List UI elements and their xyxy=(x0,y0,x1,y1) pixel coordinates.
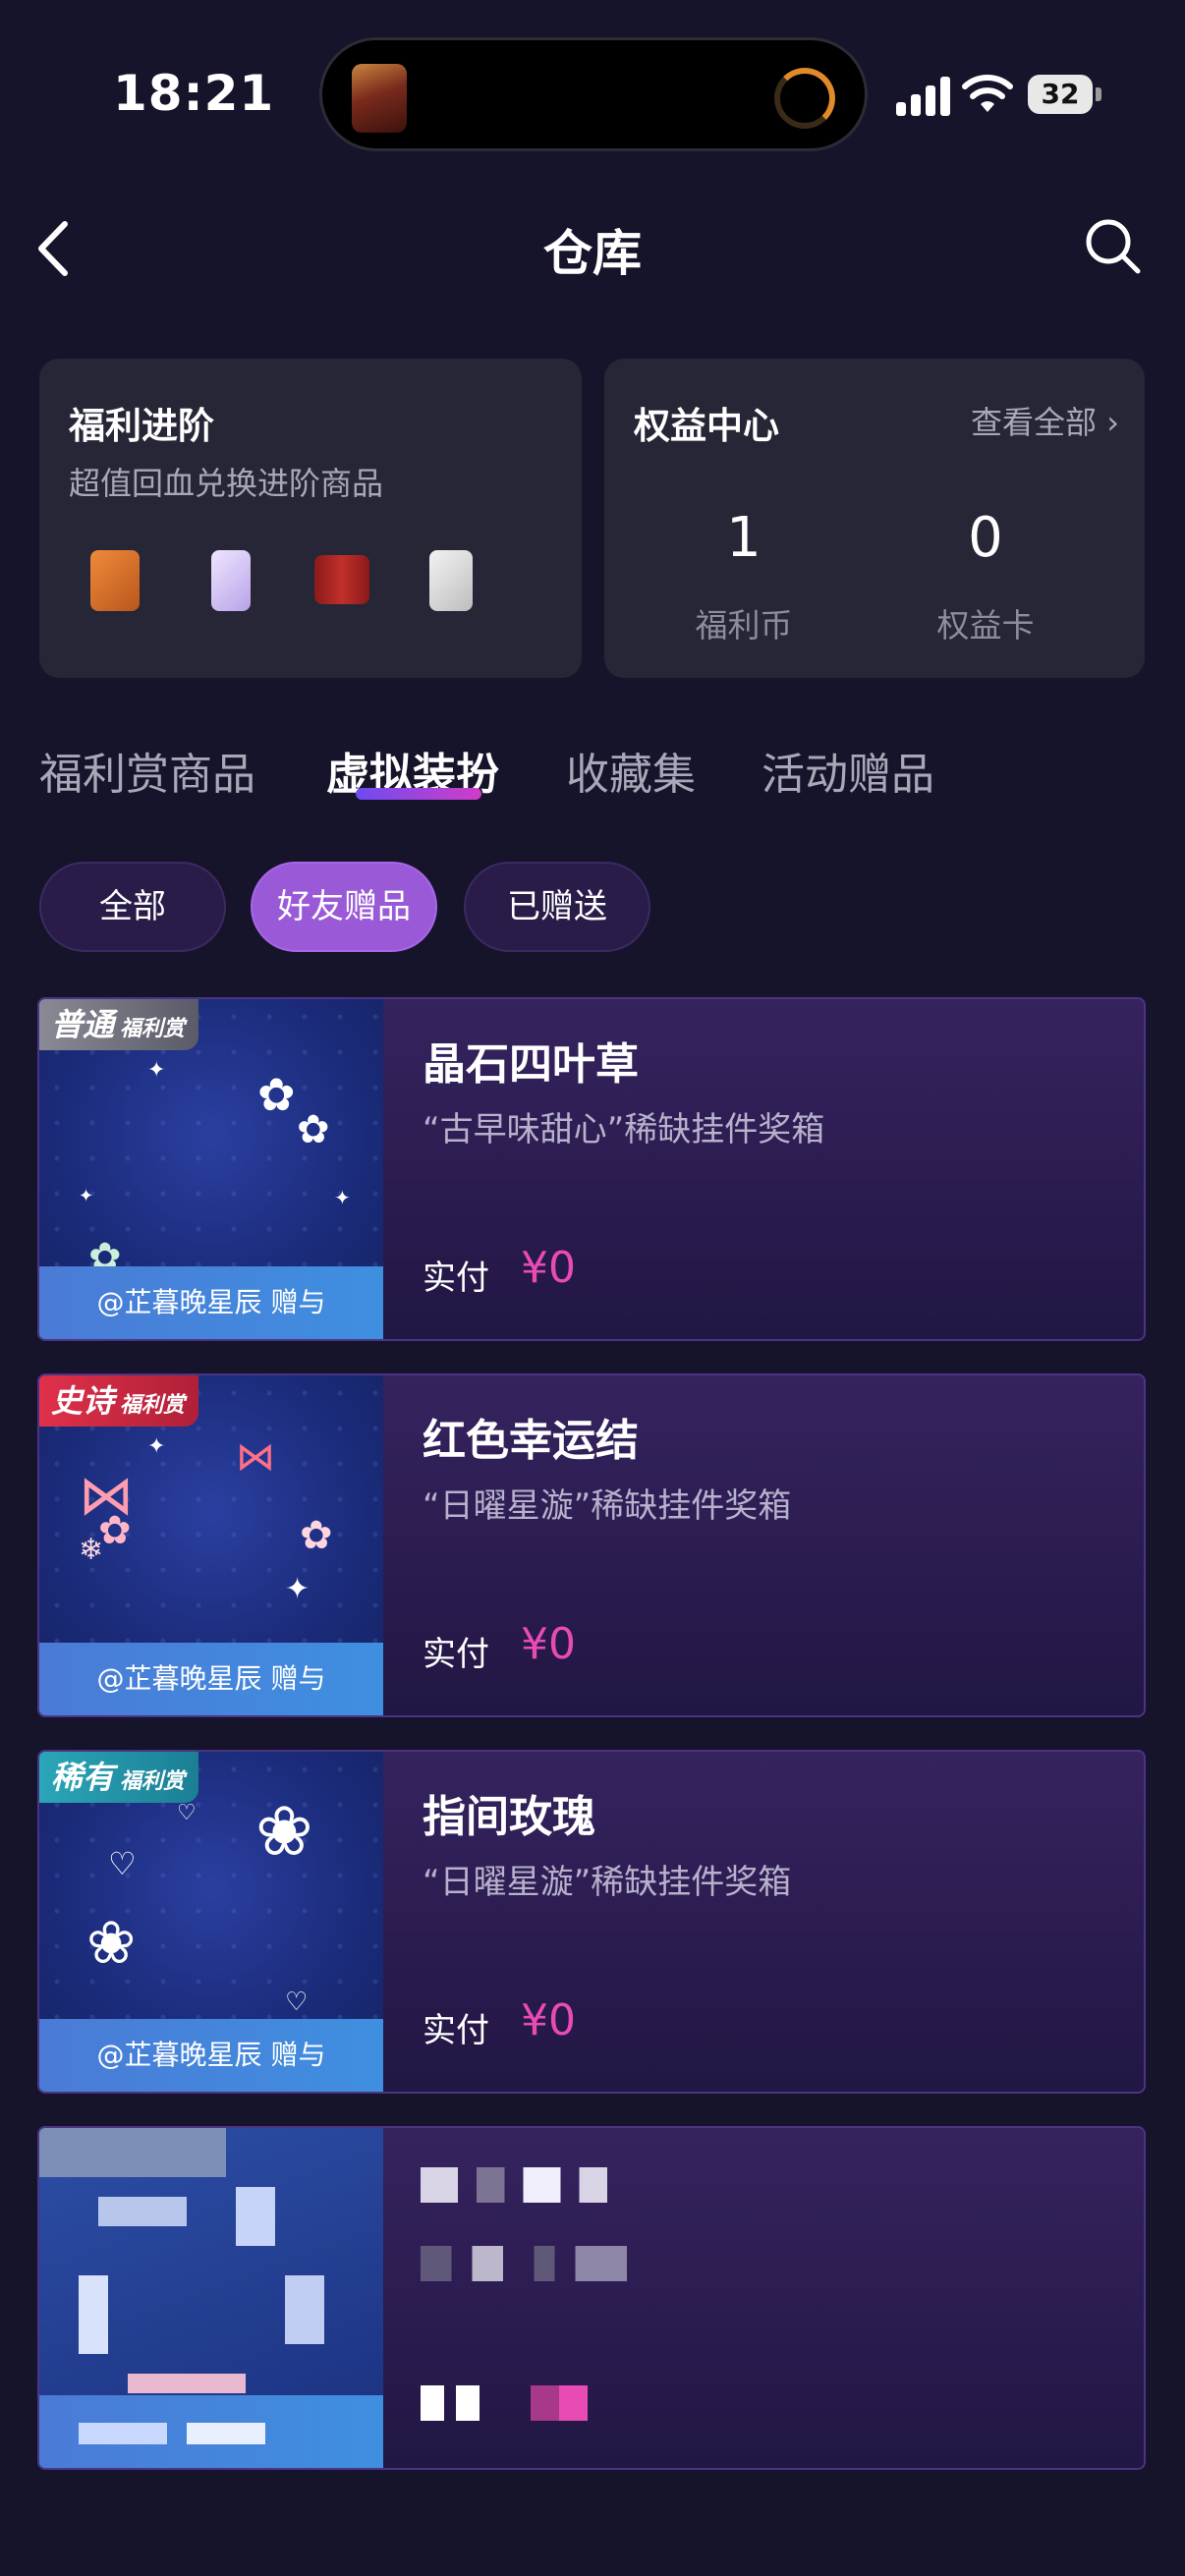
filter-all[interactable]: 全部 xyxy=(39,862,226,952)
rights-card-count[interactable]: 0 xyxy=(887,506,1084,570)
activity-ring-icon xyxy=(774,68,835,129)
pay-price: ¥0 xyxy=(521,1619,576,1669)
filter-sent[interactable]: 已赠送 xyxy=(464,862,650,952)
sparkle-icon: ✦ xyxy=(147,1058,166,1083)
item-thumbnail-obscured xyxy=(39,2128,383,2468)
clover-icon: ✿ xyxy=(297,1107,330,1152)
sparkle-icon: ✦ xyxy=(285,1572,310,1606)
flower-icon: ✿ xyxy=(300,1513,333,1558)
rarity-tag: 福利赏 xyxy=(120,1769,186,1794)
pay-label: 实付 xyxy=(423,2011,489,2050)
sparkle-icon: ✦ xyxy=(79,1186,94,1206)
search-icon[interactable] xyxy=(1081,214,1144,277)
rarity-badge: 史诗 福利赏 xyxy=(39,1375,199,1427)
item-subtitle: “日曜星漩”稀缺挂件奖箱 xyxy=(423,1486,792,1526)
welfare-card-subtitle: 超值回血兑换进阶商品 xyxy=(69,465,384,502)
item-thumbnail: ⋈ ⋈ ✿ ✿ ❄ ✦ ✦ 史诗 福利赏 @芷暮晚星辰 赠与 xyxy=(39,1375,383,1715)
page-title: 仓库 xyxy=(543,225,642,282)
item-thumbnail: ❀ ❀ ♡ ♡ ♡ 稀有 福利赏 @芷暮晚星辰 赠与 xyxy=(39,1752,383,2092)
tab-event-gifts[interactable]: 活动赠品 xyxy=(762,739,934,802)
list-item-obscured[interactable] xyxy=(37,2126,1146,2470)
rose-icon: ❀ xyxy=(86,1909,137,1978)
rarity-label: 普通 xyxy=(51,1006,115,1043)
sparkle-icon: ✦ xyxy=(334,1186,351,1209)
dynamic-island[interactable] xyxy=(319,37,868,151)
heart-icon: ♡ xyxy=(285,1988,309,2017)
gifter-label: @芷暮晚星辰 赠与 xyxy=(39,1643,383,1715)
bow-icon: ⋈ xyxy=(236,1434,275,1480)
obscured-title xyxy=(421,2167,607,2203)
obscured-pay-label xyxy=(421,2385,480,2421)
wifi-icon xyxy=(962,75,1013,112)
product-phone-orange-icon xyxy=(90,550,140,611)
see-all-label: 查看全部 xyxy=(971,404,1098,441)
product-phone-purple-icon xyxy=(211,550,251,611)
welfare-upgrade-card[interactable]: 福利进阶 超值回血兑换进阶商品 xyxy=(39,359,582,678)
welfare-coin-count[interactable]: 1 xyxy=(646,506,842,570)
status-time: 18:21 xyxy=(113,65,275,122)
rarity-tag: 福利赏 xyxy=(120,1017,186,1041)
rights-card-title: 权益中心 xyxy=(634,405,779,447)
obscured-subtitle xyxy=(421,2246,627,2281)
rarity-badge: 稀有 福利赏 xyxy=(39,1752,199,1803)
product-phone-white-icon xyxy=(429,550,473,611)
gifter-label: @芷暮晚星辰 赠与 xyxy=(39,1266,383,1339)
rarity-tag: 福利赏 xyxy=(120,1393,186,1418)
list-item[interactable]: ⋈ ⋈ ✿ ✿ ❄ ✦ ✦ 史诗 福利赏 @芷暮晚星辰 赠与 红色幸运结 “日曜星… xyxy=(37,1373,1146,1717)
cellular-signal-icon xyxy=(896,77,951,116)
filter-friend-gifts[interactable]: 好友赠品 xyxy=(251,862,437,952)
item-title: 晶石四叶草 xyxy=(423,1039,639,1090)
rose-icon: ❀ xyxy=(255,1791,313,1872)
rarity-badge: 普通 福利赏 xyxy=(39,999,199,1050)
rarity-label: 稀有 xyxy=(51,1759,115,1796)
battery-icon: 32 xyxy=(1028,75,1093,114)
pay-label: 实付 xyxy=(423,1635,489,1674)
obscured-price xyxy=(531,2385,588,2421)
tab-welfare-goods[interactable]: 福利赏商品 xyxy=(39,739,255,802)
pay-price: ¥0 xyxy=(521,1243,576,1293)
rarity-label: 史诗 xyxy=(51,1382,115,1420)
active-tab-indicator xyxy=(356,788,481,800)
item-thumbnail: ✿ ✿ ✿ ✦ ✦ ✦ 普通 福利赏 @芷暮晚星辰 赠与 xyxy=(39,999,383,1339)
pay-price: ¥0 xyxy=(521,1995,576,2045)
status-bar: 18:21 32 xyxy=(0,0,1185,187)
item-title: 红色幸运结 xyxy=(423,1416,639,1466)
rights-card-label: 权益卡 xyxy=(936,606,1035,644)
list-item[interactable]: ❀ ❀ ♡ ♡ ♡ 稀有 福利赏 @芷暮晚星辰 赠与 指间玫瑰 “日曜星漩”稀缺挂… xyxy=(37,1750,1146,2094)
product-phone-red-icon xyxy=(314,555,369,604)
welfare-coin-label: 福利币 xyxy=(695,606,793,644)
see-all-link[interactable]: 查看全部 › xyxy=(971,398,1119,443)
item-subtitle: “古早味甜心”稀缺挂件奖箱 xyxy=(423,1110,825,1149)
list-item[interactable]: ✿ ✿ ✿ ✦ ✦ ✦ 普通 福利赏 @芷暮晚星辰 赠与 晶石四叶草 “古早味甜心… xyxy=(37,997,1146,1341)
item-subtitle: “日曜星漩”稀缺挂件奖箱 xyxy=(423,1863,792,1902)
heart-icon: ♡ xyxy=(177,1801,197,1825)
welfare-card-title: 福利进阶 xyxy=(69,405,214,447)
pay-label: 实付 xyxy=(423,1259,489,1298)
item-title: 指间玫瑰 xyxy=(423,1792,595,1842)
battery-tip xyxy=(1096,87,1101,101)
rights-center-card[interactable]: 权益中心 查看全部 › 1 福利币 0 权益卡 xyxy=(604,359,1145,678)
sparkle-icon: ✦ xyxy=(147,1434,166,1459)
clover-icon: ✿ xyxy=(257,1068,296,1121)
tab-collections[interactable]: 收藏集 xyxy=(566,739,696,802)
heart-icon: ♡ xyxy=(108,1845,137,1882)
gifter-label: @芷暮晚星辰 赠与 xyxy=(39,2019,383,2092)
chevron-right-icon: › xyxy=(1106,404,1119,441)
snowflake-icon: ❄ xyxy=(79,1533,104,1567)
now-playing-artwork xyxy=(352,64,407,133)
